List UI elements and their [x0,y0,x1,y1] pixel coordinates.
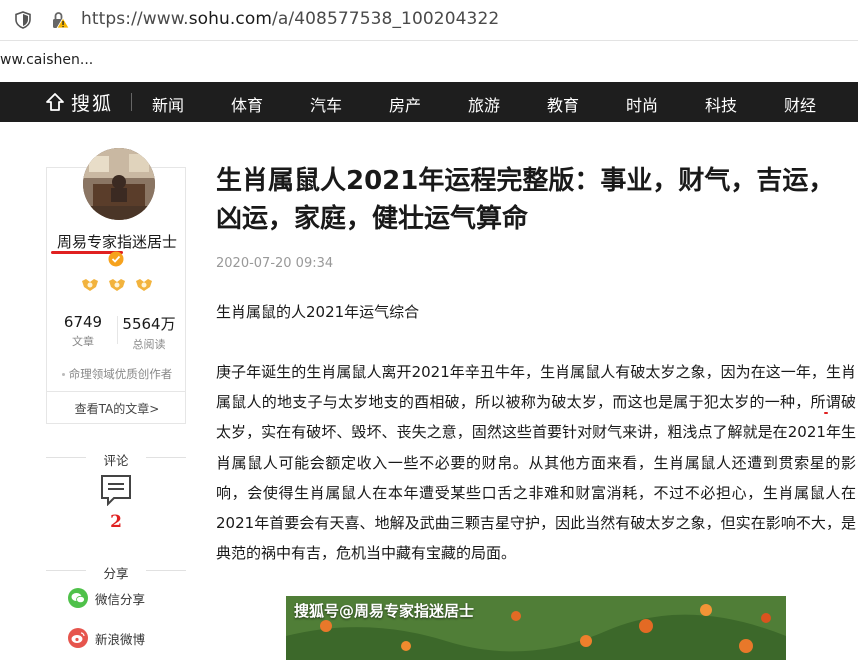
image-caption: 搜狐号@周易专家指迷居士 [294,602,475,620]
author-name[interactable]: 周易专家指迷居士 [47,231,187,252]
shield-icon[interactable] [14,11,32,29]
bookmark-bar: ww.caishen... [0,41,858,82]
top-nav: 搜狐 新闻 体育 汽车 房产 旅游 教育 时尚 科技 财经 [0,82,858,122]
comment-icon[interactable] [100,474,132,506]
nav-item-auto[interactable]: 汽车 [310,92,342,116]
lock-warning-icon[interactable] [50,10,70,30]
stat-articles: 6749 文章 [63,313,103,348]
article-subtitle: 生肖属鼠的人2021年运气综合 [216,303,420,321]
nav-item-finance[interactable]: 财经 [784,92,816,116]
nav-separator [131,93,132,111]
nav-item-fashion[interactable]: 时尚 [626,92,658,116]
avatar-image [83,148,155,220]
medal-icon [136,279,153,291]
address-bar[interactable]: https://www.sohu.com/a/408577538_1002043… [0,0,858,41]
medal-icon [81,279,98,291]
view-articles-link[interactable]: 查看TA的文章> [47,400,187,417]
nav-item-education[interactable]: 教育 [547,92,579,116]
author-tag: 命理领域优质创作者 [47,366,187,382]
medal-icon [109,279,125,291]
logo-text: 搜狐 [71,92,114,115]
article-body: 庚子年诞生的生肖属鼠人离开2021年辛丑牛年，生肖属鼠人有破太岁之象，因为在这一… [216,363,856,563]
weibo-icon [68,628,88,648]
wechat-icon [68,588,88,608]
nav-item-travel[interactable]: 旅游 [468,92,500,116]
card-divider [47,391,185,392]
article-image[interactable]: 搜狐号@周易专家指迷居士 [286,596,786,660]
medal-row [47,277,187,296]
stat-reads: 5564万 总阅读 [122,315,176,351]
weibo-share-button[interactable]: 新浪微博 [68,627,145,649]
share-title: 分享 [46,563,186,581]
url-text[interactable]: https://www.sohu.com/a/408577538_1002043… [81,9,499,29]
comment-title: 评论 [46,450,186,468]
nav-item-tech[interactable]: 科技 [705,92,737,116]
stat-divider [117,316,118,344]
author-card: 周易专家指迷居士 6749 文章 5564万 总阅读 命理领域优质创作者 查看T… [46,148,187,424]
bookmark-item[interactable]: ww.caishen... [0,52,93,68]
nav-item-sports[interactable]: 体育 [231,92,263,116]
nav-item-news[interactable]: 新闻 [152,92,184,116]
sohu-logo[interactable]: 搜狐 [45,88,113,116]
comment-count[interactable]: 2 [0,512,232,532]
wechat-share-button[interactable]: 微信分享 [68,587,145,609]
article-time: 2020-07-20 09:34 [216,256,334,271]
home-icon [46,93,64,111]
article-title: 生肖属鼠人2021年运程完整版：事业，财气，吉运，凶运，家庭，健壮运气算命 [216,166,835,234]
avatar[interactable] [83,148,155,220]
nav-item-house[interactable]: 房产 [389,92,421,116]
verified-icon [108,251,124,267]
